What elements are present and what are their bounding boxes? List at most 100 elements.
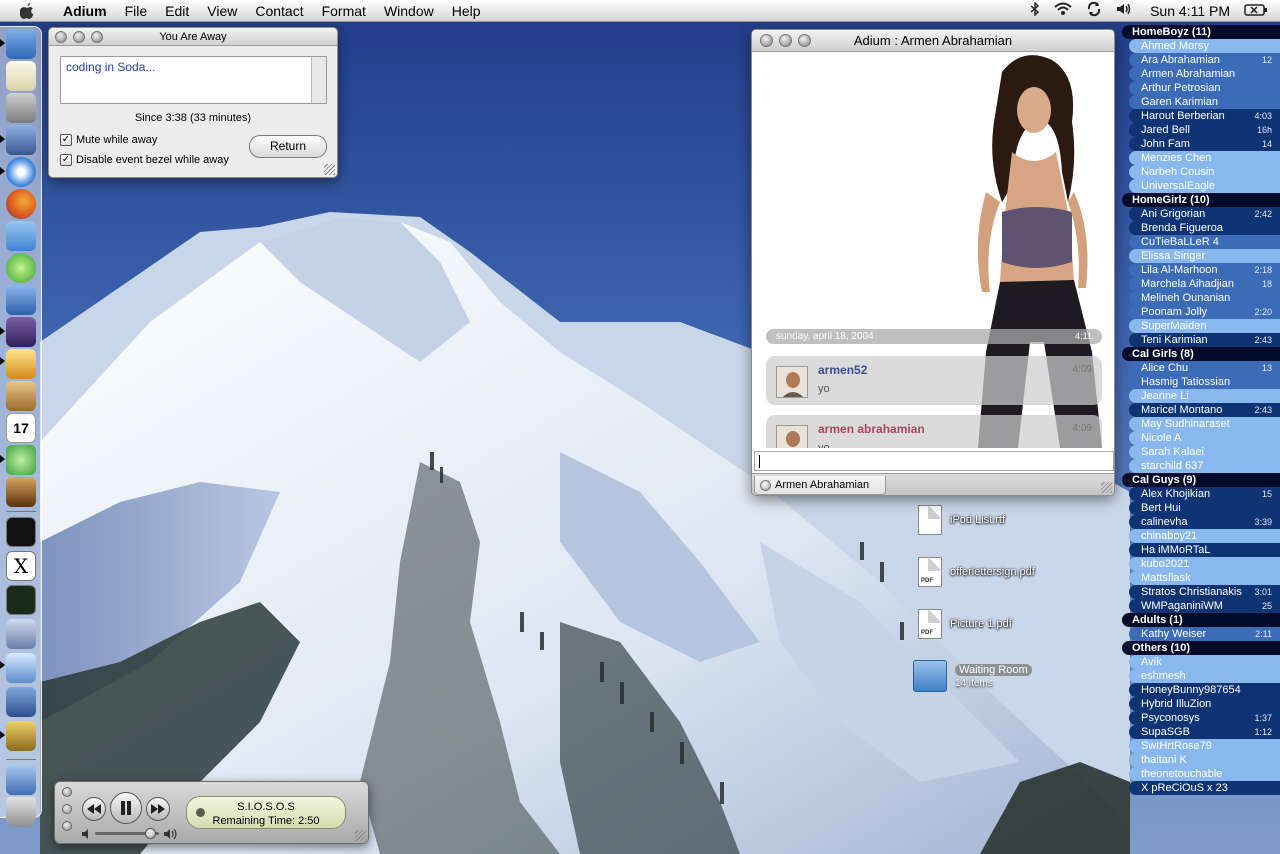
bluetooth-icon[interactable] [1030,1,1040,19]
contact-row[interactable]: CuTieBaLLeR 4 [1129,235,1280,249]
avatar[interactable] [776,366,808,398]
itunes-icon[interactable] [6,445,36,475]
avatar[interactable] [776,425,808,448]
contact-group-header[interactable]: HomeGirlz (10) [1122,193,1280,207]
desktop-icon-picture1[interactable]: PDF Picture 1.pdf [918,609,1012,639]
menu-clock[interactable]: Sun 4:11 PM [1150,3,1230,19]
resize-handle[interactable] [355,830,366,841]
contact-row[interactable]: thaitani K [1129,753,1280,767]
app2-icon[interactable] [6,619,36,649]
away-message-field[interactable]: coding in Soda... [60,56,327,104]
contact-row[interactable]: Mattsflask [1129,571,1280,585]
itunes-display[interactable]: S.I.O.S.O.S Remaining Time: 2:50 [186,796,346,829]
mute-checkbox[interactable]: ✓ [60,134,72,146]
previous-track-button[interactable] [82,797,106,821]
contact-row[interactable]: Nicole A [1129,431,1280,445]
contact-row[interactable]: Armen Abrahamian [1129,67,1280,81]
contact-row[interactable]: Poonam Jolly 2:20 [1129,305,1280,319]
menu-window[interactable]: Window [375,0,443,22]
close-button[interactable] [62,787,72,797]
contact-row[interactable]: chinaboy21 [1129,529,1280,543]
contact-row[interactable]: Harout Berberian 4:03 [1129,109,1280,123]
contact-row[interactable]: X pReCiOuS x 23 [1129,781,1280,795]
xcode-icon[interactable] [6,125,36,155]
contact-group-header[interactable]: Cal Girls (8) [1122,347,1280,361]
contact-row[interactable]: Teni Karimian 2:43 [1129,333,1280,347]
contact-row[interactable]: HoneyBunny987654 [1129,683,1280,697]
contact-row[interactable]: Psyconosys 1:37 [1129,711,1280,725]
contact-row[interactable]: John Fam 14 [1129,137,1280,151]
contact-row[interactable]: Ani Grigorian 2:42 [1129,207,1280,221]
contact-row[interactable]: Narbeh Cousin [1129,165,1280,179]
contact-row[interactable]: May Sudhinaraset [1129,417,1280,431]
safari-icon[interactable] [6,157,36,187]
zoom-button[interactable] [62,821,72,831]
contact-group-header[interactable]: Adults (1) [1122,613,1280,627]
app4-icon[interactable] [6,687,36,717]
contact-row[interactable]: eshmesh [1129,669,1280,683]
volume-icon[interactable] [1116,2,1132,19]
away-message-scrollbar[interactable] [311,57,326,103]
adium-icon[interactable] [6,349,36,379]
contact-row[interactable]: Elissa Singer [1129,249,1280,263]
contact-row[interactable]: starchild 637 [1129,459,1280,473]
contact-row[interactable]: theonetouchable [1129,767,1280,781]
contact-row[interactable]: Bert Hui [1129,501,1280,515]
contact-group-header[interactable]: HomeBoyz (11) [1122,25,1280,39]
contact-row[interactable]: SuperMaiden [1129,319,1280,333]
tab-armen-abrahamian[interactable]: Armen Abrahamian [754,476,886,495]
contact-row[interactable]: SwtHrtRose79 [1129,739,1280,753]
terminal-icon[interactable] [6,517,36,547]
app-icon[interactable] [6,317,36,347]
calendar-icon[interactable]: 17 [6,413,36,443]
x11-icon[interactable]: X [6,551,36,581]
contact-row[interactable]: Avik [1129,655,1280,669]
contact-row[interactable]: Ara Abrahamian 12 [1129,53,1280,67]
trash-icon[interactable] [6,797,36,827]
ical-icon[interactable] [6,221,36,251]
contact-row[interactable]: Ahmed Morsy [1129,39,1280,53]
contact-row[interactable]: Maricel Montano 2:43 [1129,403,1280,417]
textedit-icon[interactable] [6,61,36,91]
return-button[interactable]: Return [249,135,327,158]
next-track-button[interactable] [146,797,170,821]
applications-folder-icon[interactable] [6,765,36,795]
minimize-button[interactable] [62,804,72,814]
contact-row[interactable]: Hasmig Tatiossian [1129,375,1280,389]
sync-icon[interactable] [1086,1,1102,20]
contact-row[interactable]: UniversalEagle [1129,179,1280,193]
menu-edit[interactable]: Edit [156,0,198,22]
wifi-icon[interactable] [1054,2,1072,19]
activity-monitor-icon[interactable] [6,585,36,615]
contact-row[interactable]: Alex Khojikian 15 [1129,487,1280,501]
apple-menu-icon[interactable] [16,0,38,22]
contact-row[interactable]: Lila Al-Marhoon 2:18 [1129,263,1280,277]
desktop-icon-ipod-list[interactable]: iPod List.rtf [918,505,1005,535]
desktop-icon-waiting-room[interactable]: Waiting Room 14 items [913,660,1032,692]
volume-slider-knob[interactable] [145,828,156,839]
firefox-icon[interactable] [6,189,36,219]
resize-handle[interactable] [1101,482,1112,493]
away-titlebar[interactable]: You Are Away [49,28,337,46]
app5-icon[interactable] [6,721,36,751]
contact-row[interactable]: Garen Karimian [1129,95,1280,109]
resize-handle[interactable] [324,164,335,175]
menu-contact[interactable]: Contact [246,0,312,22]
chat-titlebar[interactable]: Adium : Armen Abrahamian [752,30,1114,52]
contact-row[interactable]: Kathy Weiser 2:11 [1129,627,1280,641]
menu-help[interactable]: Help [443,0,490,22]
contact-row[interactable]: Jeanne Li [1129,389,1280,403]
contact-row[interactable]: Arthur Petrosian [1129,81,1280,95]
contact-row[interactable]: WMPaganiniWM 25 [1129,599,1280,613]
message-input[interactable] [754,451,1114,471]
menu-view[interactable]: View [198,0,246,22]
contact-row[interactable]: calinevha 3:39 [1129,515,1280,529]
contact-row[interactable]: Alice Chu 13 [1129,361,1280,375]
contact-row[interactable]: Ha iMMoRTaL [1129,543,1280,557]
iphoto-icon[interactable] [6,477,36,507]
menu-format[interactable]: Format [313,0,375,22]
battery-icon[interactable] [1244,3,1268,19]
disable-bezel-checkbox-row[interactable]: ✓ Disable event bezel while away [60,154,229,166]
contact-row[interactable]: kubo2021 [1129,557,1280,571]
contact-row[interactable]: Hybrid IlluZion [1129,697,1280,711]
